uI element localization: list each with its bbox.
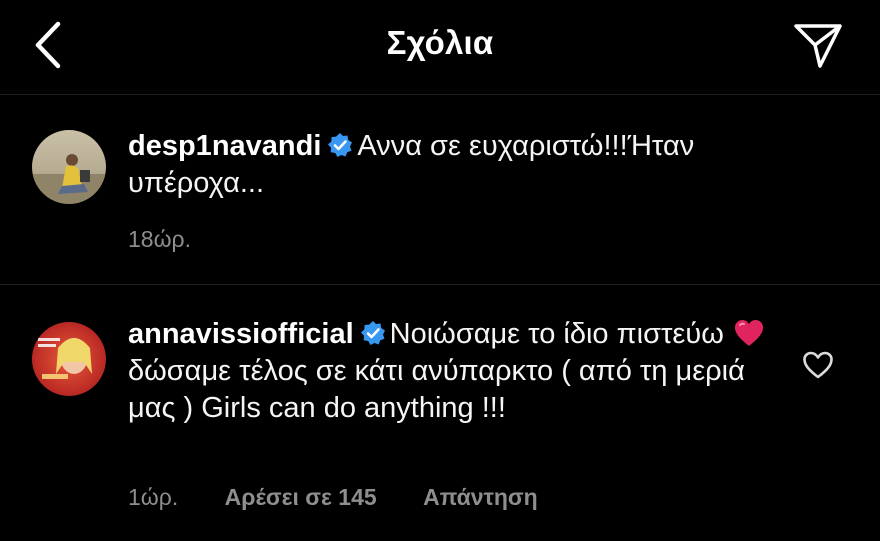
avatar-image [32, 130, 106, 204]
red-heart-emoji-icon [734, 320, 763, 346]
avatar[interactable] [32, 322, 106, 396]
verified-badge-icon [328, 133, 353, 157]
comment-body: annavissiofficial Νοιώσαμε το ίδιο πιστε… [128, 316, 768, 427]
avatar[interactable] [32, 130, 106, 204]
comment-item: desp1navandi Αννα σε ευχαριστώ!!!Ήταν υπ… [0, 96, 880, 285]
paper-plane-icon [794, 24, 842, 68]
comment-username[interactable]: annavissiofficial [128, 318, 354, 350]
likes-count-link[interactable]: Αρέσει σε 145 [225, 484, 377, 510]
comment-time: 1ώρ. [128, 484, 179, 510]
comments-screen: Σχόλια desp1navandi Αννα σε ευχαριστώ!!!… [0, 0, 880, 541]
heart-outline-icon [803, 351, 833, 379]
page-title: Σχόλια [386, 24, 494, 61]
avatar-image [32, 322, 106, 396]
reply-button[interactable]: Απάντηση [423, 484, 538, 510]
comment-username[interactable]: desp1navandi [128, 130, 321, 162]
like-button[interactable] [802, 350, 834, 380]
header-bar: Σχόλια [0, 0, 880, 95]
comment-item: annavissiofficial Νοιώσαμε το ίδιο πιστε… [0, 286, 880, 541]
comment-body: desp1navandi Αννα σε ευχαριστώ!!!Ήταν υπ… [128, 128, 768, 202]
comment-text-part-1: Νοιώσαμε το ίδιο πιστεύω [389, 318, 724, 350]
share-button[interactable] [792, 18, 844, 70]
comment-text-part-2: δώσαμε τέλος σε κάτι ανύπαρκτο ( από τη … [128, 355, 745, 424]
verified-badge-icon [360, 321, 385, 345]
comment-time: 18ώρ. [128, 226, 192, 252]
comment-meta: 18ώρ. [128, 226, 231, 253]
comment-meta: 1ώρ. Αρέσει σε 145 Απάντηση [128, 484, 578, 511]
